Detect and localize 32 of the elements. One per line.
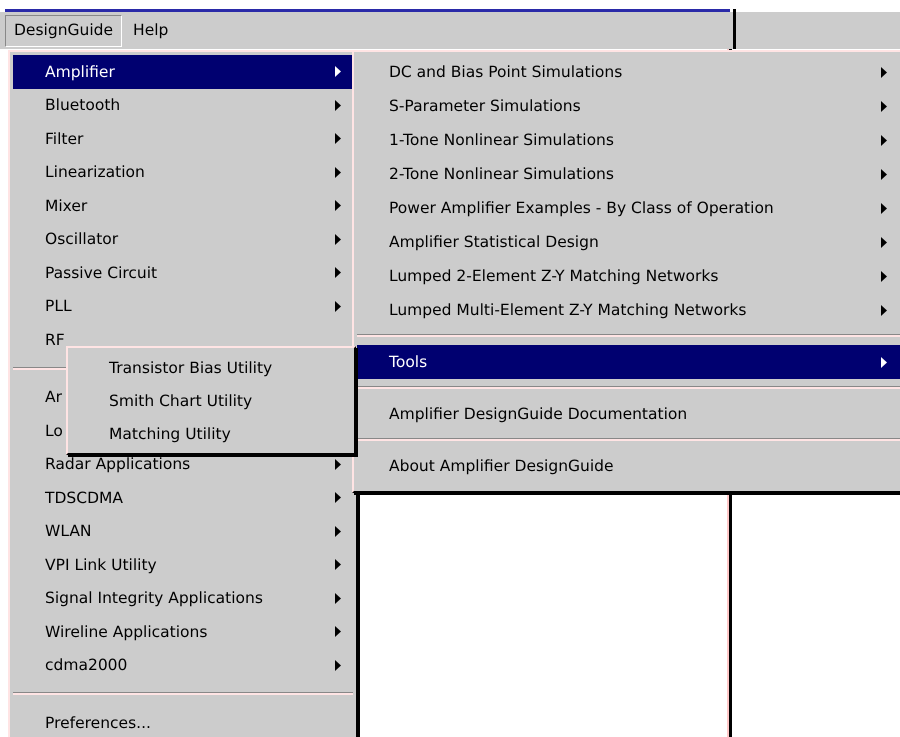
menu-item[interactable]: Matching Utility [71, 417, 351, 450]
menu-item[interactable]: PLL [13, 290, 353, 323]
menu-item[interactable]: Amplifier Statistical Design [357, 225, 900, 259]
menu-item[interactable]: Wireline Applications [13, 615, 353, 648]
menu-item[interactable]: WLAN [13, 514, 353, 548]
menu-item[interactable]: Transistor Bias Utility [71, 351, 351, 384]
menu-item[interactable]: VPI Link Utility [13, 548, 353, 582]
menu-item[interactable]: About Amplifier DesignGuide [357, 449, 900, 483]
menu-item[interactable]: Passive Circuit [13, 256, 353, 290]
menu-item[interactable]: Linearization [13, 156, 353, 189]
menu-item[interactable]: Bluetooth [13, 88, 353, 122]
menu-item[interactable]: cdma2000 [13, 648, 353, 682]
menu-item[interactable]: Signal Integrity Applications [13, 582, 353, 615]
menu-item[interactable]: 2-Tone Nonlinear Simulations [357, 157, 900, 191]
menu-item[interactable]: DC and Bias Point Simulations [357, 55, 900, 89]
menu-item[interactable]: Amplifier DesignGuide Documentation [357, 397, 900, 431]
menu-item[interactable]: Lumped 2-Element Z-Y Matching Networks [357, 259, 900, 293]
menu-item[interactable]: Radar Applications [13, 448, 353, 481]
menu-item[interactable]: Filter [13, 122, 353, 156]
menu-bar-item[interactable]: Help [124, 15, 178, 47]
menu-bar-item[interactable]: DesignGuide [5, 15, 122, 47]
menu-item[interactable]: Lumped Multi-Element Z-Y Matching Networks [357, 293, 900, 327]
menu-item[interactable]: S-Parameter Simulations [357, 89, 900, 123]
menu-item[interactable]: Amplifier [13, 55, 353, 88]
menu-item[interactable]: Oscillator [13, 222, 353, 256]
menu-item[interactable]: Mixer [13, 189, 353, 222]
menu-item[interactable]: Power Amplifier Examples - By Class of Operation [357, 191, 900, 225]
menu-item[interactable]: Preferences... [13, 706, 353, 737]
menu-item[interactable]: 1-Tone Nonlinear Simulations [357, 123, 900, 157]
menu-item[interactable]: TDSCDMA [13, 481, 353, 514]
menu-item[interactable]: Smith Chart Utility [71, 384, 351, 417]
menu-item[interactable]: Tools [357, 345, 900, 379]
